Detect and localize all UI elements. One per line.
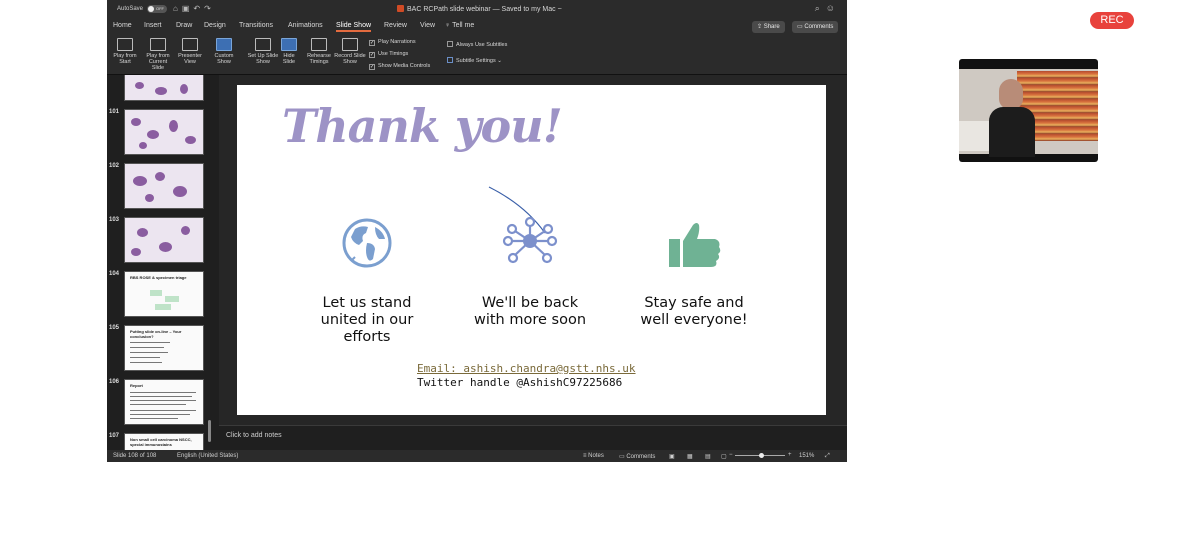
- slide-number: 107: [109, 433, 120, 439]
- slide-number: 104: [109, 271, 120, 277]
- custom-show-button[interactable]: Custom Show: [211, 38, 237, 65]
- share-button[interactable]: ⇪ Share: [752, 21, 785, 33]
- slide-counter: Slide 108 of 108: [113, 453, 157, 459]
- thumbnail-scrollbar[interactable]: [208, 420, 211, 442]
- presenter-image: [989, 79, 1035, 157]
- play-from-current-icon: [150, 38, 166, 51]
- slide-canvas[interactable]: Thank you! Let us stand united in our ef…: [237, 85, 826, 415]
- lightbulb-icon: ♀: [445, 22, 451, 29]
- return-message: We'll be back with more soon: [473, 295, 587, 328]
- comments-toggle[interactable]: ▭ Comments: [619, 453, 655, 460]
- rehearse-timings-button[interactable]: Rehearse Timings: [305, 38, 333, 65]
- play-from-current-button[interactable]: Play from Current Slide: [143, 38, 173, 71]
- tab-home[interactable]: Home: [113, 22, 132, 29]
- slide-number: 105: [109, 325, 120, 331]
- zoom-slider-knob[interactable]: [759, 453, 764, 458]
- stay-safe-message: Stay safe and well everyone!: [640, 295, 748, 328]
- quick-access-icons[interactable]: ⌂▣↶↷: [173, 4, 215, 13]
- record-slide-show-button[interactable]: Record Slide Show: [334, 38, 366, 65]
- zoom-slider[interactable]: [735, 453, 785, 458]
- hide-slide-button[interactable]: Hide Slide: [280, 38, 298, 65]
- tab-transitions[interactable]: Transitions: [239, 22, 273, 29]
- checkmark-icon: ✓: [369, 40, 375, 46]
- checkmark-icon: ✓: [369, 52, 375, 58]
- play-from-start-icon: [117, 38, 133, 51]
- presenter-video-feed[interactable]: [959, 59, 1098, 162]
- rehearse-timings-icon: [311, 38, 327, 51]
- normal-view-icon[interactable]: ▣: [669, 453, 675, 460]
- tab-design[interactable]: Design: [204, 22, 226, 29]
- slide-number: 103: [109, 217, 120, 223]
- zoom-percent[interactable]: 151%: [799, 453, 814, 459]
- set-up-slide-show-button[interactable]: Set Up Slide Show: [247, 38, 279, 65]
- set-up-icon: [255, 38, 271, 51]
- show-media-controls-checkbox[interactable]: ✓ Show Media Controls: [369, 63, 430, 70]
- search-and-account-icons[interactable]: ⌕☺: [815, 3, 841, 14]
- hide-slide-icon: [281, 38, 297, 51]
- powerpoint-window: AutoSave OFF ⌂▣↶↷ BAC RCPath slide webin…: [107, 0, 847, 462]
- fit-to-window-icon[interactable]: ⤢: [825, 453, 830, 460]
- notes-toggle[interactable]: ≡ Notes: [583, 453, 604, 459]
- tab-draw[interactable]: Draw: [176, 22, 192, 29]
- checkmark-icon: ✓: [369, 64, 375, 70]
- autosave-label: AutoSave: [117, 6, 144, 12]
- tab-review[interactable]: Review: [384, 22, 407, 29]
- globe-icon: [342, 218, 392, 268]
- notes-placeholder: Click to add notes: [226, 432, 282, 439]
- unity-message: Let us stand united in our efforts: [320, 295, 414, 345]
- tell-me-search[interactable]: ♀ Tell me: [445, 22, 474, 29]
- zoom-in-icon[interactable]: +: [788, 452, 792, 458]
- powerpoint-file-icon: [397, 5, 404, 12]
- twitter-handle: Twitter handle @AshishC97225686: [417, 376, 623, 389]
- slide-thumbnail[interactable]: RBS ROSE & specimen triage: [124, 271, 204, 317]
- slideshow-ribbon: Play from Start Play from Current Slide …: [107, 35, 847, 75]
- slide-thumbnail[interactable]: [124, 75, 204, 101]
- slide-thumbnail[interactable]: Putting slide on-line – Your conclusion?: [124, 325, 204, 371]
- slide-thumbnail[interactable]: [124, 109, 204, 155]
- ribbon-tabs: Home Insert Draw Design Transitions Anim…: [107, 19, 847, 35]
- tab-insert[interactable]: Insert: [144, 22, 162, 29]
- recording-indicator: REC: [1090, 12, 1134, 29]
- email-link[interactable]: Email: ashish.chandra@gstt.nhs.uk: [417, 362, 636, 375]
- tab-animations[interactable]: Animations: [288, 22, 323, 29]
- notes-pane[interactable]: Click to add notes: [219, 425, 847, 450]
- slide-thumbnail-pane: 101 102 103 104 RBS ROSE & specimen tria…: [107, 75, 214, 450]
- document-title: BAC RCPath slide webinar — Saved to my M…: [397, 5, 562, 13]
- network-icon: [488, 186, 558, 264]
- autosave-toggle[interactable]: OFF: [147, 5, 167, 13]
- slide-title: Thank you!: [282, 99, 563, 153]
- subtitle-settings-dropdown[interactable]: Subtitle Settings ⌄: [447, 57, 502, 64]
- play-narrations-checkbox[interactable]: ✓ Play Narrations: [369, 39, 416, 46]
- comments-button[interactable]: ▭ Comments: [792, 21, 839, 33]
- slide-thumbnail[interactable]: Report: [124, 379, 204, 425]
- tab-view[interactable]: View: [420, 22, 435, 29]
- subtitle-icon: [447, 57, 453, 63]
- custom-show-icon: [216, 38, 232, 51]
- record-icon: [342, 38, 358, 51]
- screen: AutoSave OFF ⌂▣↶↷ BAC RCPath slide webin…: [0, 0, 1200, 554]
- presenter-view-button[interactable]: Presenter View: [175, 38, 205, 65]
- presenter-view-icon: [182, 38, 198, 51]
- language-indicator[interactable]: English (United States): [177, 453, 238, 459]
- reading-view-icon[interactable]: ▤: [705, 453, 711, 460]
- zoom-out-icon[interactable]: −: [729, 452, 733, 458]
- use-timings-checkbox[interactable]: ✓ Use Timings: [369, 51, 408, 58]
- slide-sorter-icon[interactable]: ▦: [687, 453, 693, 460]
- slide-thumbnail[interactable]: Non small cell carcinoma NSCC, special i…: [124, 433, 204, 450]
- slide-number: 106: [109, 379, 120, 385]
- slide-number: 101: [109, 109, 120, 115]
- slideshow-view-icon[interactable]: ▢: [721, 453, 727, 460]
- status-bar: Slide 108 of 108 English (United States)…: [107, 450, 847, 462]
- play-from-start-button[interactable]: Play from Start: [111, 38, 139, 65]
- slide-thumbnail[interactable]: [124, 217, 204, 263]
- slide-number: 102: [109, 163, 120, 169]
- slide-thumbnail[interactable]: [124, 163, 204, 209]
- title-bar: AutoSave OFF ⌂▣↶↷ BAC RCPath slide webin…: [107, 0, 847, 19]
- thumbs-up-icon: [669, 223, 721, 267]
- always-use-subtitles-checkbox[interactable]: Always Use Subtitles: [447, 41, 507, 48]
- tab-slide-show[interactable]: Slide Show: [336, 22, 372, 32]
